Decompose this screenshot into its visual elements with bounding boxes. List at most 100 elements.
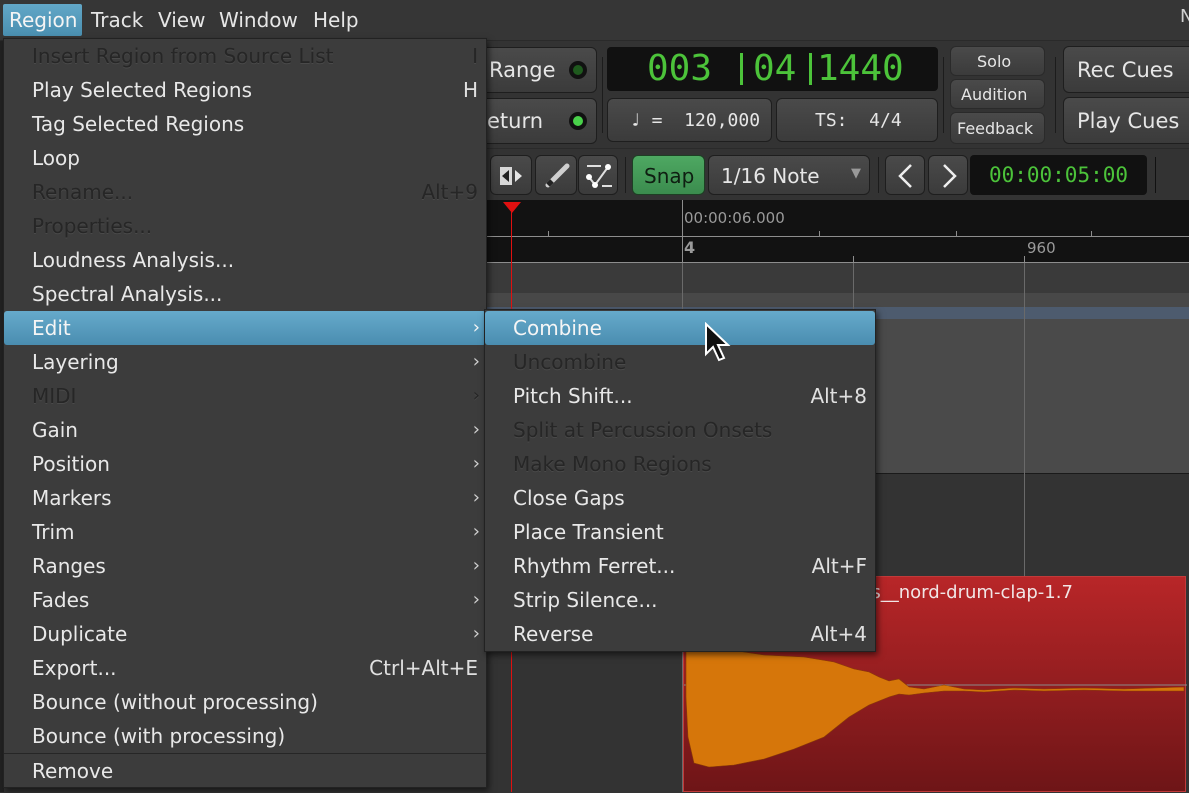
submenu-arrow-icon: › <box>472 317 480 338</box>
menu-item-make-mono-regions[interactable]: Make Mono Regions <box>485 447 875 481</box>
menu-window[interactable]: Window <box>213 4 304 36</box>
primary-clock[interactable]: 003 04 1440 <box>607 47 938 91</box>
menu-item-label: Bounce (without processing) <box>32 690 318 714</box>
menu-item-label: Markers <box>32 486 112 510</box>
submenu-arrow-icon: › <box>472 385 480 406</box>
range-label: Range <box>489 58 556 82</box>
menu-item-split-at-percussion-onsets[interactable]: Split at Percussion Onsets <box>485 413 875 447</box>
menu-view[interactable]: View <box>152 4 211 36</box>
accelerator: Alt+8 <box>810 384 867 408</box>
menu-item-combine[interactable]: Combine <box>485 311 875 345</box>
menu-item-label: Ranges <box>32 554 106 578</box>
clock-ticks: 1440 <box>817 48 904 89</box>
menu-item-rename[interactable]: Rename... Alt+9 <box>4 175 486 209</box>
draw-tool-button[interactable] <box>535 155 577 195</box>
menu-region[interactable]: Region <box>3 4 82 36</box>
snap-label: Snap <box>644 164 695 188</box>
menu-item-reverse[interactable]: Reverse Alt+4 <box>485 617 875 651</box>
ruler-tick <box>548 231 549 236</box>
menu-item-label: Position <box>32 452 110 476</box>
menu-item-position[interactable]: Position › <box>4 447 486 481</box>
snap-toggle[interactable]: Snap <box>632 155 705 195</box>
menu-item-fades[interactable]: Fades › <box>4 583 486 617</box>
menu-item-label: Rhythm Ferret... <box>513 554 676 578</box>
menu-item-spectral-analysis[interactable]: Spectral Analysis... <box>4 277 486 311</box>
menu-item-markers[interactable]: Markers › <box>4 481 486 515</box>
rec-cues-button[interactable]: Rec Cues <box>1063 46 1189 93</box>
playhead-marker-icon[interactable] <box>503 202 521 214</box>
return-led-icon <box>569 112 587 130</box>
ruler-tick <box>853 256 854 262</box>
dropdown-arrow-icon: ▼ <box>851 166 861 181</box>
marker-lane <box>486 263 1189 293</box>
menu-item-strip-silence[interactable]: Strip Silence... <box>485 583 875 617</box>
menu-item-loudness-analysis[interactable]: Loudness Analysis... <box>4 243 486 277</box>
menu-help[interactable]: Help <box>307 4 365 36</box>
menu-item-close-gaps[interactable]: Close Gaps <box>485 481 875 515</box>
accelerator: H <box>462 78 478 102</box>
menu-item-remove[interactable]: Remove <box>4 754 486 788</box>
menu-item-uncombine[interactable]: Uncombine <box>485 345 875 379</box>
submenu-arrow-icon: › <box>472 555 480 576</box>
tempo-button[interactable]: ♩ = 120,000 <box>607 98 772 142</box>
menu-item-properties[interactable]: Properties... <box>4 209 486 243</box>
nudge-forward-button[interactable] <box>928 155 968 195</box>
menu-item-layering[interactable]: Layering › <box>4 345 486 379</box>
solo-button[interactable]: Solo <box>950 46 1045 76</box>
submenu-arrow-icon: › <box>472 487 480 508</box>
play-cues-button[interactable]: Play Cues <box>1063 97 1189 144</box>
nudge-clock[interactable]: 00:00:05:00 <box>970 155 1147 195</box>
feedback-label: Feedback <box>957 119 1034 138</box>
clock-divider <box>740 53 743 85</box>
menu-track[interactable]: Track <box>85 4 149 36</box>
timeline-ruler[interactable]: 00:00:06.000 4 960 <box>486 200 1189 263</box>
menu-item-label: Loudness Analysis... <box>32 248 235 272</box>
grid-type-value: 1/16 Note <box>721 164 820 188</box>
menu-item-edit[interactable]: Edit › <box>4 311 486 345</box>
automation-tool-button[interactable] <box>578 155 618 195</box>
menu-item-label: Play Selected Regions <box>32 78 253 102</box>
nudge-back-button[interactable] <box>885 155 925 195</box>
separator <box>1155 157 1156 193</box>
return-label: eturn <box>487 109 544 133</box>
menu-item-ranges[interactable]: Ranges › <box>4 549 486 583</box>
feedback-button[interactable]: Feedback <box>950 112 1045 144</box>
ruler-tick <box>1024 256 1025 262</box>
tick-label: 960 <box>1027 239 1056 257</box>
time-signature-button[interactable]: TS: 4/4 <box>776 98 938 142</box>
range-lane <box>486 293 1189 307</box>
accelerator: Alt+9 <box>421 180 478 204</box>
menu-item-label: Combine <box>513 316 602 340</box>
grid-type-dropdown[interactable]: 1/16 Note ▼ <box>708 155 870 195</box>
stretch-tool-button[interactable] <box>490 155 532 195</box>
audition-button[interactable]: Audition <box>950 79 1045 109</box>
ruler-tick <box>1091 231 1092 236</box>
menu-item-insert-region[interactable]: Insert Region from Source List I <box>4 39 486 73</box>
menu-item-label: Layering <box>32 350 119 374</box>
clock-divider <box>809 53 812 85</box>
time-signature-value: TS: 4/4 <box>815 110 902 131</box>
menu-item-place-transient[interactable]: Place Transient <box>485 515 875 549</box>
menu-item-trim[interactable]: Trim › <box>4 515 486 549</box>
menu-item-bounce-without-processing[interactable]: Bounce (without processing) <box>4 685 486 719</box>
menu-item-label: Export... <box>32 656 117 680</box>
edit-submenu: Combine Uncombine Pitch Shift... Alt+8 Sp… <box>484 309 876 652</box>
menu-item-label: Properties... <box>32 214 153 238</box>
menu-item-loop[interactable]: Loop <box>4 141 486 175</box>
range-led-icon <box>569 61 587 79</box>
menu-item-gain[interactable]: Gain › <box>4 413 486 447</box>
menu-item-midi[interactable]: MIDI › <box>4 379 486 413</box>
menu-item-tag-selected-regions[interactable]: Tag Selected Regions <box>4 107 486 141</box>
submenu-arrow-icon: › <box>472 589 480 610</box>
mouse-cursor-icon <box>705 322 731 362</box>
menu-item-play-selected-regions[interactable]: Play Selected Regions H <box>4 73 486 107</box>
accelerator: Alt+4 <box>810 622 867 646</box>
menu-item-pitch-shift[interactable]: Pitch Shift... Alt+8 <box>485 379 875 413</box>
menu-item-label: Pitch Shift... <box>513 384 633 408</box>
submenu-arrow-icon: › <box>472 351 480 372</box>
menu-item-rhythm-ferret[interactable]: Rhythm Ferret... Alt+F <box>485 549 875 583</box>
submenu-arrow-icon: › <box>472 419 480 440</box>
menu-item-bounce-with-processing[interactable]: Bounce (with processing) <box>4 719 486 753</box>
menu-item-duplicate[interactable]: Duplicate › <box>4 617 486 651</box>
menu-item-export[interactable]: Export... Ctrl+Alt+E <box>4 651 486 685</box>
